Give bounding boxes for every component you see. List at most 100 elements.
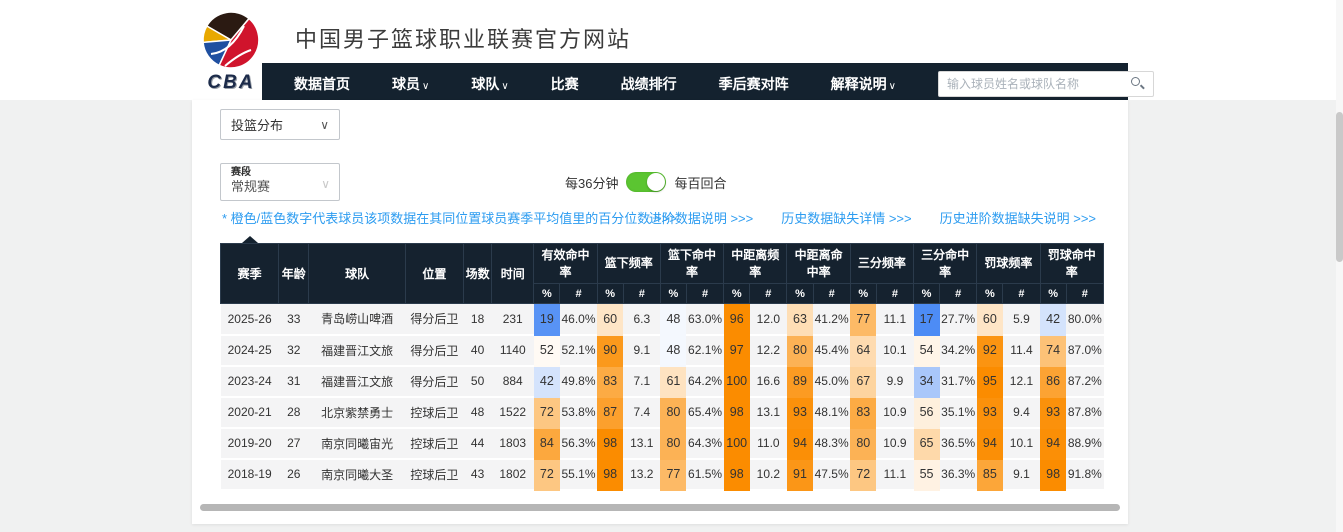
percentile-cell: 94 <box>977 428 1003 459</box>
table-row: 2025-2633青岛崂山啤酒得分后卫182311946.0%606.34863… <box>221 304 1104 335</box>
column-header-three-fg[interactable]: 三分命中率 <box>914 244 977 284</box>
team-cell: 青岛崂山啤酒 <box>309 304 405 335</box>
content-card: 投篮分布 ∨ 赛段 常规赛 ∨ 每36分钟 每百回合 * 橙色/蓝色数字代表球员… <box>192 100 1128 524</box>
nav-item-players[interactable]: 球员∨ <box>392 74 429 94</box>
percentile-cell: 48 <box>660 335 686 366</box>
nav-item-data-home[interactable]: 数据首页 <box>294 74 350 94</box>
stat-value-cell: 9.1 <box>623 335 660 366</box>
stat-value-cell: 10.9 <box>876 428 913 459</box>
stat-value-cell: 16.6 <box>750 366 787 397</box>
column-header-age[interactable]: 年龄 <box>279 244 309 304</box>
percentile-cell: 60 <box>977 304 1003 335</box>
stat-value-cell: 12.0 <box>750 304 787 335</box>
stat-value-cell: 11.1 <box>876 304 913 335</box>
column-header-ft-fg[interactable]: 罚球命中率 <box>1040 244 1103 284</box>
link-missing-history-detail[interactable]: 历史数据缺失详情 >>> <box>781 208 911 227</box>
percentile-cell: 92 <box>977 335 1003 366</box>
percentile-cell: 42 <box>534 366 560 397</box>
stat-value-cell: 48.3% <box>813 428 850 459</box>
percentile-cell: 72 <box>534 459 560 490</box>
column-header-three-freq[interactable]: 三分频率 <box>850 244 913 284</box>
percentile-cell: 91 <box>787 459 813 490</box>
rate-mode-toggle[interactable] <box>626 172 666 192</box>
subcolumn-header: # <box>1003 284 1040 304</box>
stage-select-value: 常规赛 <box>231 179 329 196</box>
search-input[interactable] <box>938 71 1154 97</box>
stat-value-cell: 46.0% <box>560 304 597 335</box>
stat-value-cell: 5.9 <box>1003 304 1040 335</box>
games-cell: 18 <box>464 304 492 335</box>
column-header-position[interactable]: 位置 <box>405 244 463 304</box>
chevron-down-icon: ∨ <box>320 118 329 132</box>
page-header: CBA 中国男子篮球职业联赛官方网站 数据首页 球员∨ 球队∨ 比赛 战绩排行 … <box>0 0 1343 100</box>
percentile-cell: 96 <box>724 304 750 335</box>
column-header-games[interactable]: 场数 <box>464 244 492 304</box>
column-header-efg[interactable]: 有效命中率 <box>534 244 597 284</box>
subcolumn-header: % <box>850 284 876 304</box>
stage-select[interactable]: 赛段 常规赛 ∨ <box>220 163 340 201</box>
vertical-scrollbar-thumb[interactable] <box>1336 112 1343 262</box>
subcolumn-header: % <box>534 284 560 304</box>
stat-value-cell: 13.1 <box>623 428 660 459</box>
position-cell: 控球后卫 <box>405 459 463 490</box>
link-advanced-stats-help[interactable]: 进阶数据说明 >>> <box>649 208 753 227</box>
stat-value-cell: 53.8% <box>560 397 597 428</box>
season-cell: 2018-19 <box>221 459 279 490</box>
stat-value-cell: 65.4% <box>686 397 723 428</box>
stat-value-cell: 11.4 <box>1003 335 1040 366</box>
time-cell: 231 <box>492 304 534 335</box>
stat-value-cell: 80.0% <box>1066 304 1103 335</box>
percentile-cell: 77 <box>660 459 686 490</box>
percentile-cell: 94 <box>1040 428 1066 459</box>
column-header-rim-fg[interactable]: 篮下命中率 <box>660 244 723 284</box>
team-cell: 福建晋江文旅 <box>309 366 405 397</box>
games-cell: 43 <box>464 459 492 490</box>
stat-value-cell: 48.1% <box>813 397 850 428</box>
column-header-season[interactable]: 赛季 <box>221 244 279 304</box>
toggle-right-label: 每百回合 <box>674 173 726 192</box>
nav-item-games[interactable]: 比赛 <box>551 74 579 94</box>
percentile-cell: 86 <box>1040 366 1066 397</box>
column-header-mid-fg[interactable]: 中距离命中率 <box>787 244 850 284</box>
subcolumn-header: # <box>940 284 977 304</box>
games-cell: 44 <box>464 428 492 459</box>
column-header-ft-freq[interactable]: 罚球频率 <box>977 244 1040 284</box>
percentile-cell: 100 <box>724 428 750 459</box>
report-type-select[interactable]: 投篮分布 ∨ <box>220 109 340 140</box>
horizontal-scrollbar[interactable] <box>200 504 1120 511</box>
percentile-cell: 90 <box>597 335 623 366</box>
column-header-team[interactable]: 球队 <box>309 244 405 304</box>
subcolumn-header: % <box>787 284 813 304</box>
season-cell: 2023-24 <box>221 366 279 397</box>
stat-value-cell: 36.3% <box>940 459 977 490</box>
column-header-rim-freq[interactable]: 篮下频率 <box>597 244 660 284</box>
nav-item-teams[interactable]: 球队∨ <box>471 74 508 94</box>
stat-value-cell: 87.8% <box>1066 397 1103 428</box>
column-header-mid-freq[interactable]: 中距离频率 <box>724 244 787 284</box>
column-header-time[interactable]: 时间 <box>492 244 534 304</box>
stat-value-cell: 34.2% <box>940 335 977 366</box>
team-cell: 南京同曦大圣 <box>309 459 405 490</box>
cba-logo[interactable]: CBA <box>196 8 266 100</box>
nav-item-standings[interactable]: 战绩排行 <box>621 74 677 94</box>
nav-item-playoff-bracket[interactable]: 季后赛对阵 <box>719 74 789 94</box>
percentile-cell: 42 <box>1040 304 1066 335</box>
stat-value-cell: 55.1% <box>560 459 597 490</box>
link-missing-advanced-history[interactable]: 历史进阶数据缺失说明 >>> <box>940 208 1096 227</box>
age-cell: 28 <box>279 397 309 428</box>
percentile-cell: 67 <box>850 366 876 397</box>
search-icon[interactable] <box>1130 76 1146 92</box>
age-cell: 27 <box>279 428 309 459</box>
table-header-row: 赛季 年龄 球队 位置 场数 时间 有效命中率 篮下频率 篮下命中率 中距离频率… <box>221 244 1104 284</box>
percentile-cell: 48 <box>660 304 686 335</box>
stat-value-cell: 6.3 <box>623 304 660 335</box>
stat-value-cell: 13.1 <box>750 397 787 428</box>
nav-item-glossary[interactable]: 解释说明∨ <box>831 74 896 94</box>
position-cell: 得分后卫 <box>405 304 463 335</box>
position-cell: 得分后卫 <box>405 366 463 397</box>
percentile-cell: 54 <box>914 335 940 366</box>
stat-value-cell: 11.1 <box>876 459 913 490</box>
percentile-cell: 98 <box>724 397 750 428</box>
percentile-cell: 85 <box>977 459 1003 490</box>
percentile-cell: 34 <box>914 366 940 397</box>
